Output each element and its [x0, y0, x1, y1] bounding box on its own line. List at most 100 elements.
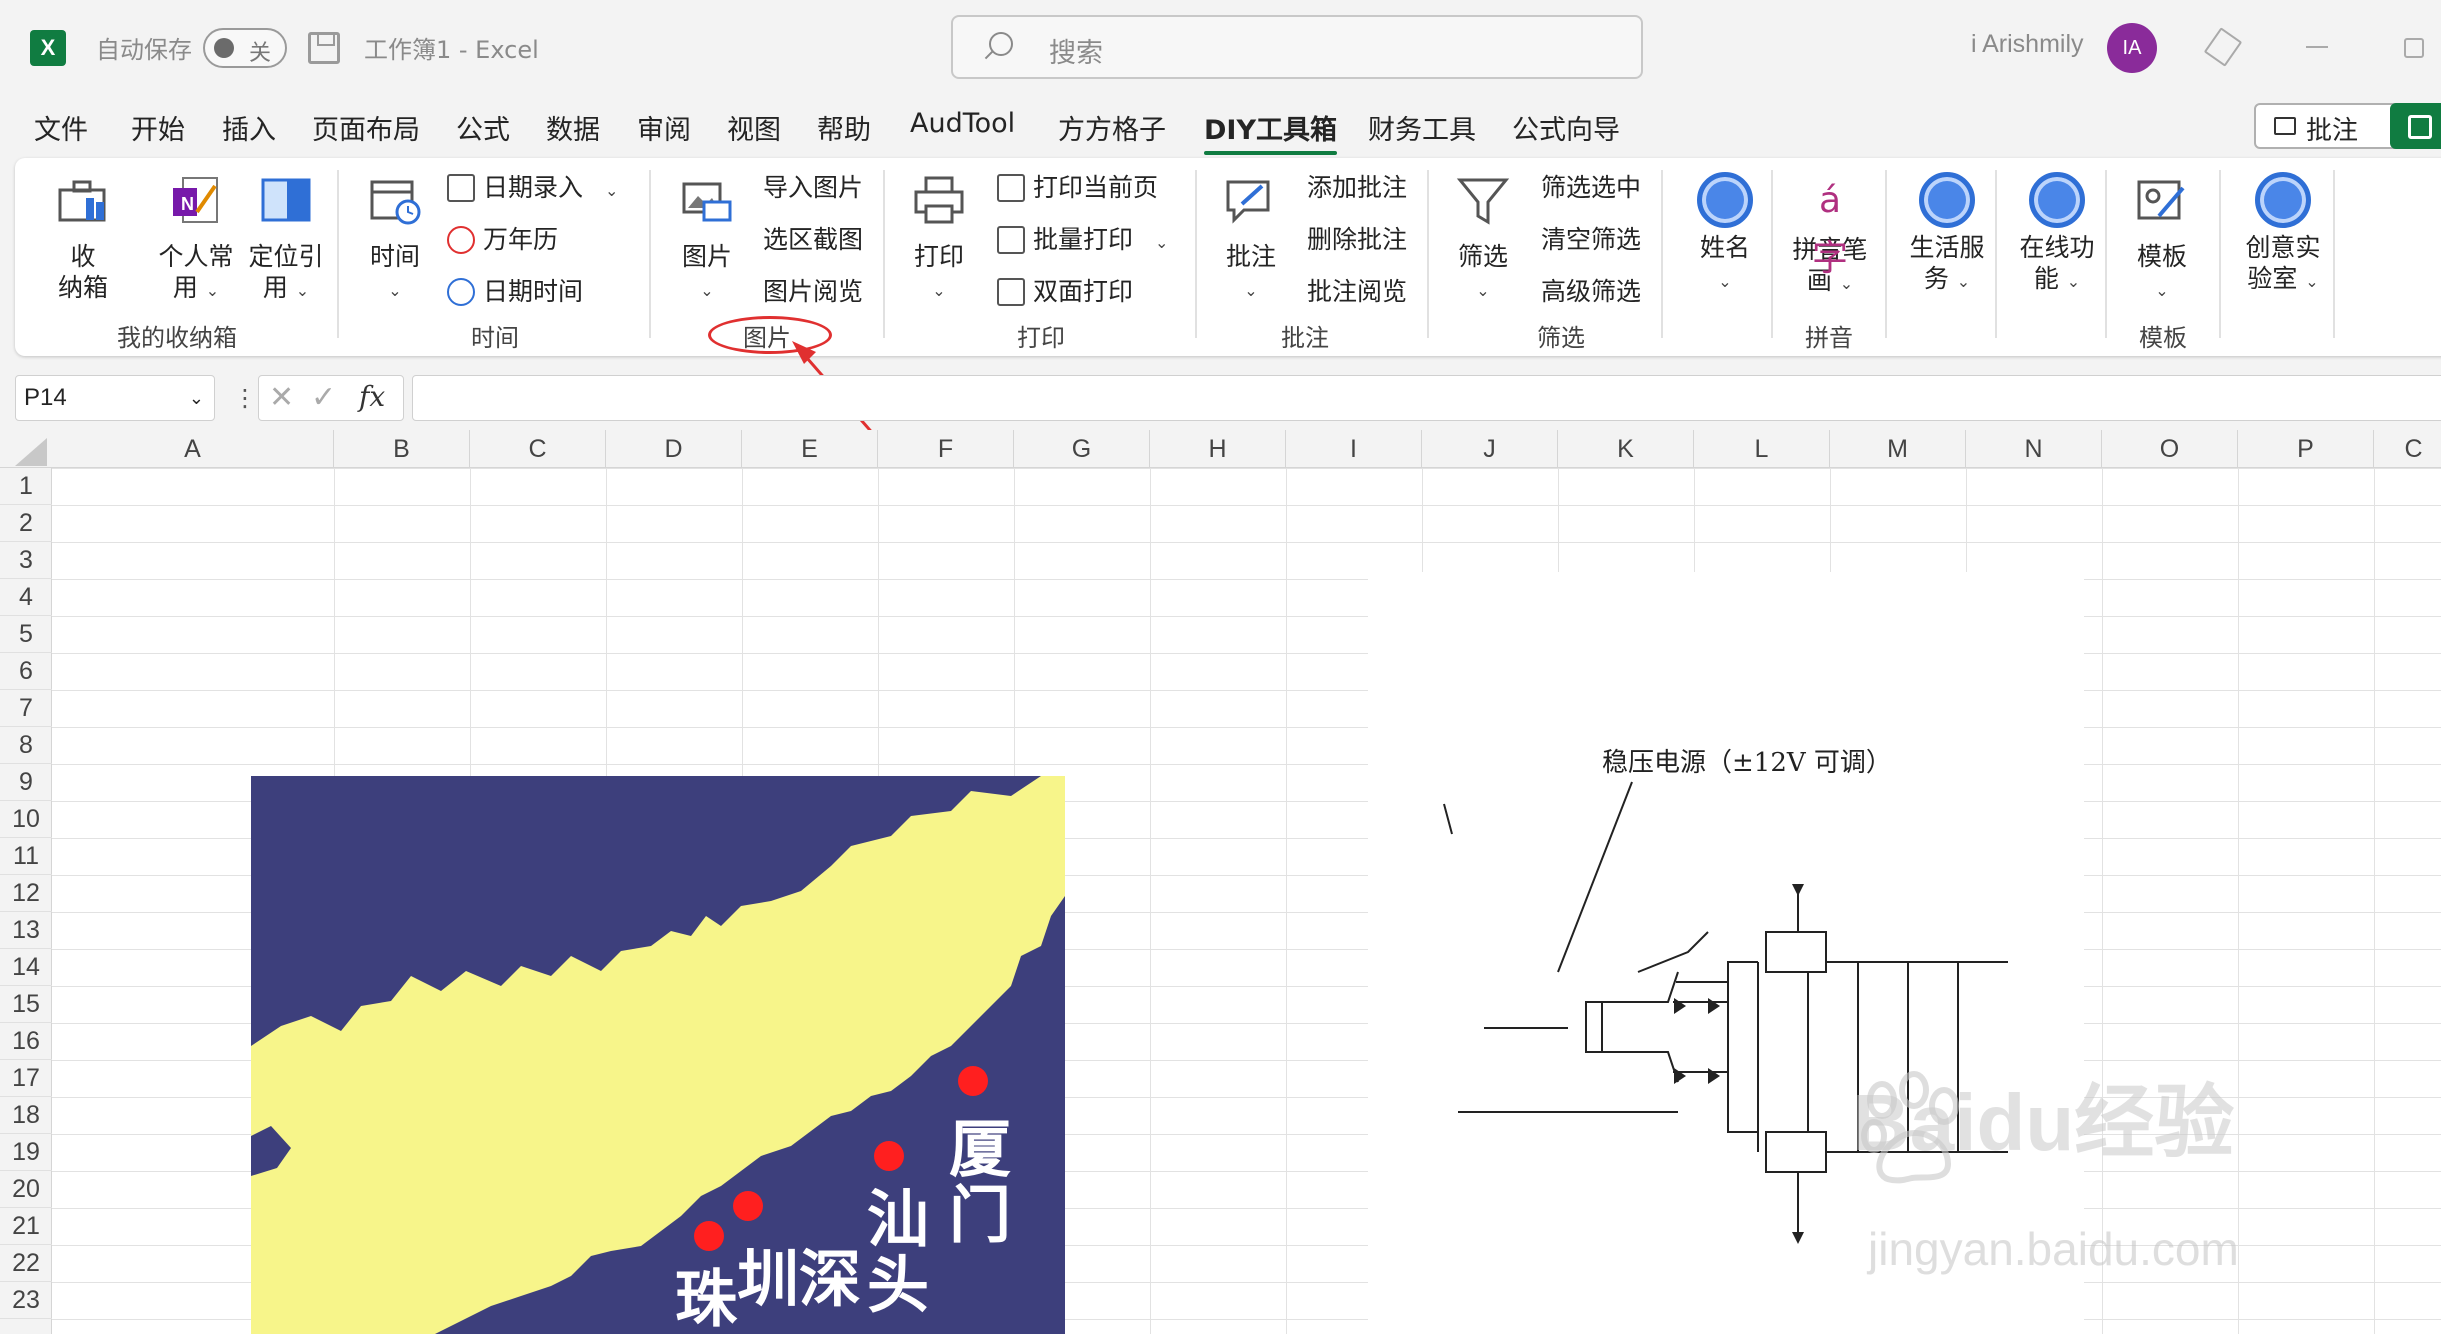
search-input[interactable]: 搜索 — [951, 15, 1643, 79]
fx-icon[interactable]: fx — [359, 380, 385, 413]
row-header[interactable]: 19 — [0, 1134, 52, 1171]
pinyin-stroke-button[interactable]: á字 拼音笔 画 ⌄ — [1785, 172, 1875, 299]
cancel-icon[interactable]: ✕ — [269, 380, 294, 415]
column-header[interactable]: N — [1966, 430, 2102, 468]
row-header[interactable]: 13 — [0, 912, 52, 949]
online-feature-button[interactable]: 在线功 能 ⌄ — [2009, 172, 2105, 297]
tab-view[interactable]: 视图 — [727, 108, 781, 147]
storage-box-button[interactable]: 收 纳箱 — [43, 172, 123, 303]
share-button[interactable] — [2390, 103, 2441, 149]
selection-screenshot-button[interactable]: 选区截图 — [763, 220, 863, 260]
print-button[interactable]: 打印 ⌄ — [899, 172, 979, 306]
browse-comment-button[interactable]: 批注阅览 — [1307, 272, 1407, 312]
comment-ribbon-button[interactable]: 批注 ⌄ — [1211, 172, 1291, 306]
clear-filter-button[interactable]: 清空筛选 — [1541, 220, 1641, 260]
tab-help[interactable]: 帮助 — [817, 108, 871, 147]
chevron-down-icon[interactable]: ⌄ — [189, 376, 204, 420]
column-header[interactable]: O — [2102, 430, 2238, 468]
formula-input[interactable] — [412, 375, 2441, 421]
column-header[interactable]: C — [470, 430, 606, 468]
row-header[interactable]: 10 — [0, 801, 52, 838]
avatar[interactable]: IA — [2107, 23, 2157, 73]
row-header[interactable]: 8 — [0, 727, 52, 764]
tab-page-layout[interactable]: 页面布局 — [312, 108, 420, 147]
minimize-button[interactable] — [2306, 46, 2328, 48]
name-box[interactable]: P14 ⌄ — [15, 375, 215, 421]
comment-button[interactable]: 批注 — [2254, 103, 2400, 149]
column-header[interactable]: P — [2238, 430, 2374, 468]
add-comment-button[interactable]: 添加批注 — [1307, 168, 1407, 208]
tab-diy-toolbox[interactable]: DIY工具箱 — [1204, 108, 1338, 155]
row-header[interactable]: 3 — [0, 542, 52, 579]
row-header[interactable]: 12 — [0, 875, 52, 912]
perpetual-calendar-button[interactable]: 万年历 — [447, 220, 558, 260]
column-header[interactable]: A — [52, 430, 334, 468]
filter-selected-button[interactable]: 筛选选中 — [1541, 168, 1641, 208]
column-header[interactable]: B — [334, 430, 470, 468]
tab-review[interactable]: 审阅 — [637, 108, 691, 147]
row-header[interactable]: 15 — [0, 986, 52, 1023]
tab-data[interactable]: 数据 — [546, 108, 600, 147]
tab-formulas[interactable]: 公式 — [456, 108, 510, 147]
column-header[interactable]: C — [2374, 430, 2441, 468]
row-header[interactable]: 9 — [0, 764, 52, 801]
row-header[interactable]: 6 — [0, 653, 52, 690]
delete-comment-button[interactable]: 删除批注 — [1307, 220, 1407, 260]
row-header[interactable]: 22 — [0, 1245, 52, 1282]
row-header[interactable]: 23 — [0, 1282, 52, 1319]
life-service-button[interactable]: 生活服 务 ⌄ — [1899, 172, 1995, 297]
personal-common-button[interactable]: N 个人常 用 ⌄ — [151, 172, 241, 306]
import-picture-button[interactable]: 导入图片 — [763, 168, 863, 208]
tab-fangfang[interactable]: 方方格子 — [1058, 108, 1166, 147]
filter-button[interactable]: 筛选 ⌄ — [1443, 172, 1523, 306]
maximize-button[interactable] — [2404, 38, 2424, 58]
row-header[interactable]: 2 — [0, 505, 52, 542]
tab-formula-wizard[interactable]: 公式向导 — [1512, 108, 1620, 147]
datetime-button[interactable]: 日期时间 — [447, 272, 583, 312]
locate-reference-button[interactable]: 定位引 用 ⌄ — [241, 172, 331, 306]
time-button[interactable]: 时间 ⌄ — [355, 172, 435, 306]
template-button[interactable]: 模板 ⌄ — [2119, 172, 2205, 306]
advanced-filter-button[interactable]: 高级筛选 — [1541, 272, 1641, 312]
row-header[interactable]: 14 — [0, 949, 52, 986]
tab-finance-tools[interactable]: 财务工具 — [1368, 108, 1476, 147]
column-header[interactable]: E — [742, 430, 878, 468]
column-header[interactable]: J — [1422, 430, 1558, 468]
select-all-corner[interactable] — [15, 438, 47, 466]
column-header[interactable]: G — [1014, 430, 1150, 468]
pen-icon[interactable] — [2203, 27, 2243, 67]
creative-lab-button[interactable]: 创意实 验室 ⌄ — [2233, 172, 2333, 297]
row-header[interactable]: 7 — [0, 690, 52, 727]
row-header[interactable]: 17 — [0, 1060, 52, 1097]
duplex-print-button[interactable]: 双面打印 — [997, 272, 1133, 312]
row-header[interactable]: 5 — [0, 616, 52, 653]
row-header[interactable]: 4 — [0, 579, 52, 616]
row-header[interactable]: 18 — [0, 1097, 52, 1134]
tab-file[interactable]: 文件 — [34, 108, 88, 147]
column-header[interactable]: M — [1830, 430, 1966, 468]
check-icon[interactable]: ✓ — [311, 380, 336, 415]
row-header[interactable]: 16 — [0, 1023, 52, 1060]
row-header[interactable]: 11 — [0, 838, 52, 875]
tab-home[interactable]: 开始 — [131, 108, 185, 147]
autosave-toggle[interactable]: 关 — [203, 28, 287, 68]
name-button[interactable]: 姓名 ⌄ — [1675, 172, 1775, 297]
row-header[interactable]: 1 — [0, 468, 52, 505]
column-header[interactable]: I — [1286, 430, 1422, 468]
save-icon[interactable] — [308, 32, 340, 64]
print-current-page-button[interactable]: 打印当前页 — [997, 168, 1158, 208]
row-header[interactable]: 20 — [0, 1171, 52, 1208]
column-header[interactable]: F — [878, 430, 1014, 468]
more-icon[interactable]: ⋮ — [233, 384, 257, 412]
coastal-map-image[interactable]: 厦门 汕头 深圳 珠 — [251, 776, 1065, 1334]
tab-insert[interactable]: 插入 — [222, 108, 276, 147]
circuit-diagram-image[interactable]: 稳压电源（±12V 可调） — [1368, 572, 2084, 1334]
batch-print-button[interactable]: 批量打印 ⌄ — [997, 220, 1168, 260]
column-header[interactable]: L — [1694, 430, 1830, 468]
picture-button[interactable]: 图片 ⌄ — [667, 172, 747, 306]
user-name[interactable]: i Arishmily — [1971, 30, 2084, 59]
date-entry-button[interactable]: 日期录入 ⌄ — [447, 168, 618, 208]
row-header[interactable]: 21 — [0, 1208, 52, 1245]
tab-audtool[interactable]: AudTool — [910, 108, 1015, 139]
column-header[interactable]: H — [1150, 430, 1286, 468]
